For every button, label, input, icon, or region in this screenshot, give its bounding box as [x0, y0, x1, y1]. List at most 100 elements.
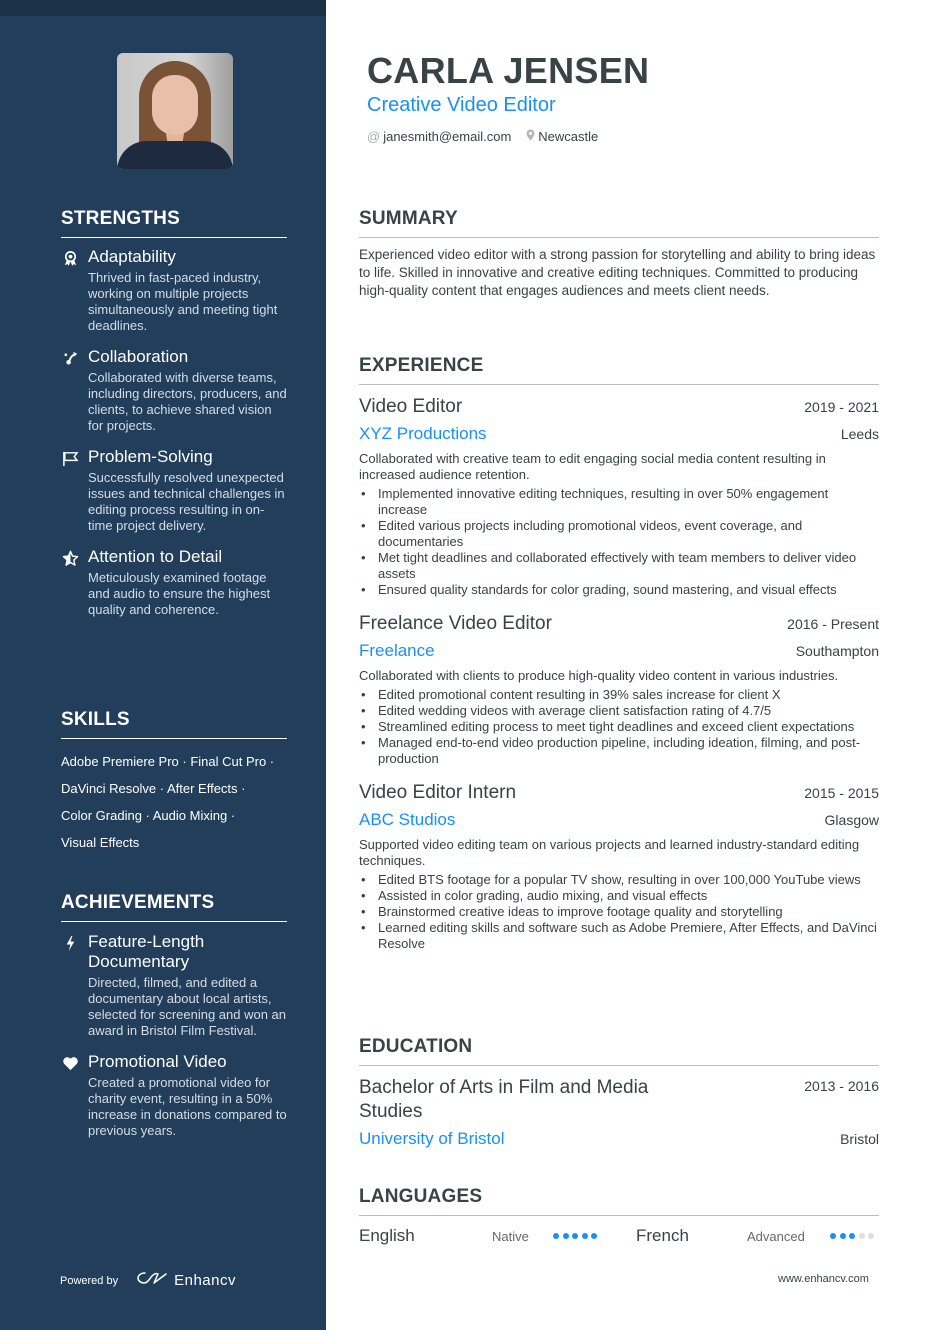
school-name: University of Bristol — [359, 1129, 505, 1148]
enhancv-logo-link[interactable]: Enhancv — [136, 1270, 236, 1291]
powered-by: Powered by Enhancv — [60, 1270, 236, 1291]
job-dates: 2016 - Present — [787, 616, 879, 632]
contact-info: @ janesmith@email.com Newcastle — [367, 129, 613, 144]
job-description: Collaborated with creative team to edit … — [359, 451, 826, 482]
experience-title: EXPERIENCE — [359, 354, 879, 385]
job-bullet: Met tight deadlines and collaborated eff… — [359, 550, 879, 582]
degree-title: Bachelor of Arts in Film and Media Studi… — [359, 1077, 649, 1122]
email-text: janesmith@email.com — [383, 129, 512, 144]
job-bullet: Brainstormed creative ideas to improve f… — [359, 904, 879, 920]
job-location: Southampton — [795, 643, 879, 659]
job-bullets: Implemented innovative editing technique… — [359, 486, 879, 598]
skills-line: Color Grading · Audio Mixing · — [61, 808, 236, 823]
education-dates: 2013 - 2016 — [804, 1078, 879, 1094]
job-bullet: Edited wedding videos with average clien… — [359, 703, 879, 719]
achievement-desc: Created a promotional video for charity … — [88, 1075, 287, 1138]
summary-text: Experienced video editor with a strong p… — [359, 247, 876, 298]
language-rating — [830, 1233, 878, 1239]
job-bullet: Learned editing skills and software such… — [359, 920, 879, 952]
education-title: EDUCATION — [359, 1035, 879, 1066]
job-bullet: Edited promotional content resulting in … — [359, 687, 879, 703]
summary-title: SUMMARY — [359, 207, 879, 238]
powered-by-label: Powered by — [60, 1274, 119, 1287]
strength-item: Collaboration Collaborated with diverse … — [61, 347, 287, 434]
languages-title: LANGUAGES — [359, 1185, 879, 1216]
rating-dot-empty — [868, 1233, 874, 1239]
summary-section: SUMMARY Experienced video editor with a … — [359, 207, 879, 300]
skills-line: DaVinci Resolve · After Effects · — [61, 781, 246, 796]
strength-item: Problem-Solving Successfully resolved un… — [61, 447, 287, 534]
language-item: French Advanced — [636, 1226, 879, 1246]
education-entry: Bachelor of Arts in Film and Media Studi… — [359, 1076, 879, 1150]
skills-title: SKILLS — [61, 708, 287, 739]
job-location: Leeds — [840, 426, 879, 442]
strength-title: Problem-Solving — [88, 447, 213, 466]
job-company: Freelance — [359, 641, 435, 660]
strengths-title: STRENGTHS — [61, 207, 287, 238]
rating-dot-filled — [562, 1233, 569, 1239]
achievement-item: Promotional Video Created a promotional … — [61, 1052, 287, 1139]
location-text: Newcastle — [538, 129, 599, 144]
strength-desc: Meticulously examined footage and audio … — [88, 570, 271, 617]
location-contact: Newcastle — [526, 129, 598, 144]
job-entry: Video Editor 2019 - 2021 XYZ Productions… — [359, 395, 879, 598]
strength-title: Attention to Detail — [88, 547, 223, 566]
strength-title: Collaboration — [88, 347, 189, 366]
language-name: French — [636, 1226, 689, 1245]
profile-photo — [117, 53, 233, 169]
achievements-title: ACHIEVEMENTS — [61, 891, 287, 922]
job-bullet: Edited various projects including promot… — [359, 518, 879, 550]
language-name: English — [359, 1226, 415, 1245]
skills-line: Adobe Premiere Pro · Final Cut Pro · — [61, 754, 275, 769]
strength-title: Adaptability — [88, 247, 176, 266]
strength-desc: Thrived in fast-paced industry, working … — [88, 270, 278, 333]
language-level: Native — [492, 1228, 529, 1244]
strength-item: Attention to Detail Meticulously examine… — [61, 547, 287, 618]
flag-icon — [61, 449, 79, 467]
language-level: Advanced — [747, 1228, 805, 1244]
email-contact[interactable]: @ janesmith@email.com — [367, 129, 511, 144]
at-icon: @ — [367, 129, 381, 144]
job-entry: Freelance Video Editor 2016 - Present Fr… — [359, 612, 879, 767]
heart-icon — [61, 1054, 79, 1072]
candidate-name: CARLA JENSEN — [367, 50, 650, 91]
award-icon — [61, 249, 79, 267]
rating-dot-empty — [858, 1233, 865, 1239]
achievement-title: Promotional Video — [88, 1052, 227, 1071]
job-bullets: Edited promotional content resulting in … — [359, 687, 879, 767]
language-rating — [553, 1233, 601, 1239]
job-dates: 2019 - 2021 — [804, 399, 879, 415]
achievement-title: Feature-Length Documentary — [88, 932, 205, 971]
achievements-section: ACHIEVEMENTS Feature-Length Documentary … — [61, 891, 287, 1139]
rating-dot-filled — [839, 1233, 846, 1239]
job-location: Glasgow — [824, 812, 879, 828]
job-title: Video Editor — [359, 396, 463, 417]
map-pin-icon — [526, 129, 535, 144]
achievement-item: Feature-Length Documentary Directed, fil… — [61, 932, 287, 1039]
job-title: Video Editor Intern — [359, 782, 517, 803]
enhancv-brand: Enhancv — [174, 1272, 236, 1289]
job-bullet: Assisted in color grading, audio mixing,… — [359, 888, 879, 904]
rating-dot-filled — [591, 1233, 597, 1239]
strengths-section: STRENGTHS Adaptability Thrived in fast-p… — [61, 207, 287, 618]
languages-list: English Native French Advanced — [359, 1226, 879, 1246]
job-company: XYZ Productions — [359, 424, 487, 443]
job-dates: 2015 - 2015 — [804, 785, 879, 801]
rating-dot-filled — [849, 1233, 855, 1239]
candidate-role: Creative Video Editor — [367, 94, 556, 116]
languages-section: LANGUAGES English Native French Advanced — [359, 1185, 879, 1246]
website-link[interactable]: www.enhancv.com — [778, 1273, 869, 1285]
strength-item: Adaptability Thrived in fast-paced indus… — [61, 247, 287, 334]
language-item: English Native — [359, 1226, 636, 1246]
job-bullet: Managed end-to-end video production pipe… — [359, 735, 879, 767]
skills-line: Visual Effects — [61, 835, 140, 850]
education-location: Bristol — [840, 1131, 879, 1147]
experience-section: EXPERIENCE Video Editor 2019 - 2021 XYZ … — [359, 354, 879, 952]
job-bullet: Edited BTS footage for a popular TV show… — [359, 872, 879, 888]
strength-desc: Successfully resolved unexpected issues … — [88, 470, 285, 533]
job-bullet: Ensured quality standards for color grad… — [359, 582, 879, 598]
rating-dot-filled — [830, 1233, 836, 1239]
star-icon — [61, 549, 79, 567]
job-title: Freelance Video Editor — [359, 613, 552, 634]
achievement-desc: Directed, filmed, and edited a documenta… — [88, 975, 287, 1038]
